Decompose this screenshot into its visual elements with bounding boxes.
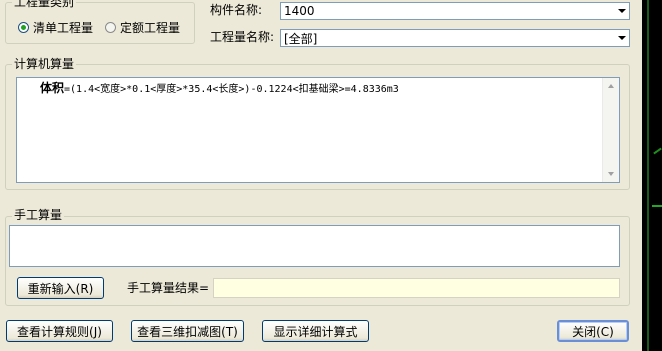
formula-line: 体积=(1.4<宽度>*0.1<厚度>*35.4<长度>)-0.1224<扣基础… [40,81,399,97]
radio-selected-icon [18,21,29,33]
radio-quota-quantity-label: 定额工程量 [120,20,181,35]
canvas-line [647,0,649,351]
component-name-select[interactable]: 1400 [280,2,630,20]
drawing-canvas-edge [642,0,662,351]
radio-quota-quantity[interactable]: 定额工程量 [105,19,180,35]
manual-result-label: 手工算量结果= [127,281,210,295]
radio-bill-quantity-label: 清单工程量 [33,20,94,35]
scroll-down-icon[interactable] [603,166,619,182]
component-name-label: 构件名称: [210,3,263,17]
manual-quantity-title: 手工算量 [12,208,65,222]
close-button[interactable]: 关闭(C) [557,320,629,342]
scroll-up-icon[interactable] [603,78,619,94]
quantity-name-value: [全部] [284,31,318,46]
view-3d-deduction-button[interactable]: 查看三维扣减图(T) [131,320,244,342]
manual-input-area[interactable] [9,225,620,267]
show-detail-formula-button[interactable]: 显示详细计算式 [262,320,369,342]
radio-unselected-icon [105,21,116,33]
chevron-down-icon[interactable] [614,3,629,19]
quantity-type-title: 工程量类别 [12,0,77,9]
quantity-name-label: 工程量名称: [210,30,275,44]
radio-bill-quantity[interactable]: 清单工程量 [18,19,93,35]
view-rules-button[interactable]: 查看计算规则(J) [6,320,113,342]
computed-quantity-title: 计算机算量 [12,57,77,71]
formula-expression: =(1.4<宽度>*0.1<厚度>*35.4<长度>)-0.1224<扣基础梁>… [64,84,399,95]
manual-result-field[interactable] [213,278,620,298]
computed-formula-area[interactable]: 体积=(1.4<宽度>*0.1<厚度>*35.4<长度>)-0.1224<扣基础… [16,77,620,183]
formula-bold-label: 体积 [40,81,65,95]
component-name-value: 1400 [284,4,315,18]
reenter-button[interactable]: 重新输入(R) [17,277,104,299]
formula-scrollbar[interactable] [602,78,619,182]
canvas-line [652,205,662,207]
quantity-name-select[interactable]: [全部] [280,29,630,47]
chevron-down-icon[interactable] [614,30,629,46]
